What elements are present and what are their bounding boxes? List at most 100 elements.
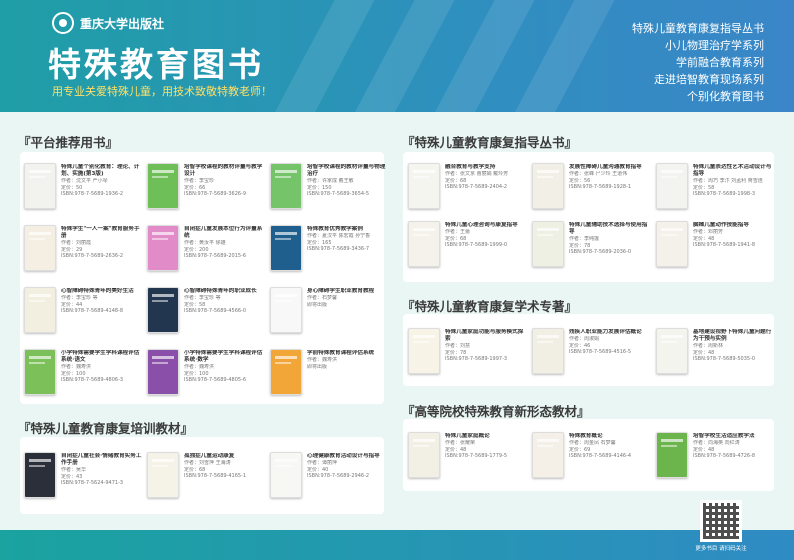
book-cover [532, 221, 564, 267]
book-item[interactable]: 小学特殊需要学生学科课程评估系统·数学 作者：魏寿洪 定价：100 ISBN:978-… [147, 349, 265, 405]
book-detail: 定价：44 [61, 301, 83, 308]
book-detail: 定价：100 [184, 370, 209, 377]
book-detail: 定价：48 [693, 446, 715, 453]
book-item[interactable]: 融合教育与教学支持 作者：张文京 曹丽娟 戴玲芳 定价：68 ISBN:978-7-5… [408, 163, 526, 219]
book-cover [408, 432, 440, 478]
book-item[interactable]: 特殊儿童心理咨询与康复指导 作者：王蕾 定价：68 ISBN:978-7-5689-1… [408, 221, 526, 277]
book-item[interactable]: 特殊儿童表达性艺术活动设计与指导 作者：周巧 李汴 刘孟利 蒋雪连 定价：58 ISB… [656, 163, 774, 219]
book-title: 融合教育与教学支持 [445, 164, 496, 170]
book-info: 培智学校生活适应教学法 作者：向海英 向红涛 定价：48 ISBN:978-7-568… [693, 433, 775, 460]
book-cover [147, 349, 179, 395]
book-detail: ISBN:978-7-5689-3436-7 [307, 246, 370, 253]
book-item[interactable]: 培智学校课程的教材评量与教学设计 作者：李宝珍 定价：66 ISBN:978-7-56… [147, 163, 265, 219]
book-detail: ISBN:978-7-5689-3654-5 [307, 191, 370, 198]
book-item[interactable]: 学前特殊教育课程评估系统 作者：魏寿洪 即将出版 [270, 349, 388, 405]
book-detail: ISBN:978-7-5689-1999-0 [445, 242, 508, 249]
book-detail: ISBN:978-7-5689-2036-0 [569, 249, 632, 256]
book-info: 培智学校课程的教材评量与教学设计 作者：李宝珍 定价：66 ISBN:978-7-56… [184, 164, 266, 198]
book-detail: 定价：66 [184, 184, 206, 191]
book-detail: 定价：100 [61, 370, 86, 377]
book-detail: 定价：69 [569, 446, 591, 453]
book-title: 特殊儿童个别化教育：理论、计划、实施(第3版) [61, 164, 140, 177]
book-detail: 即将出版 [307, 363, 328, 370]
book-info: 心智障碍特殊青年的美好生活 作者：李宝珍 等定价：44 ISBN:978-7-568… [61, 288, 143, 315]
book-info: 残疾人职业能力发展评估概论 作者：周淑娟 定价：46 ISBN:978-7-5689-… [569, 329, 651, 356]
book-title: 残疾人职业能力发展评估概论 [569, 329, 642, 335]
page-title: 特殊教育图书 [48, 45, 264, 84]
book-detail: 作者：刘慧 [445, 343, 471, 349]
book-cover [270, 452, 302, 498]
book-cover [408, 163, 440, 209]
book-detail: 定价：58 [184, 301, 206, 308]
book-detail: ISBN:978-7-5689-4566-0 [184, 308, 247, 315]
book-item[interactable]: 特殊教育优秀教学案例 作者：夏汉平 陈宏霞 孙宁香 定价：165 ISBN:978-7… [270, 225, 388, 281]
book-title: 培智学校生活适应教学法 [693, 433, 755, 439]
header-banner: 重庆大学出版社 特殊教育图书 用专业关爱特殊儿童，用技术致敬特教老师！ 特殊儿童… [0, 0, 794, 112]
book-title: 孤独症儿童运动康复 [184, 453, 235, 459]
book-detail: ISBN:978-7-5689-4516-5 [569, 349, 632, 356]
book-cover [656, 328, 688, 374]
book-item[interactable]: 孤独症儿童运动康复 作者：刘雪萍 王海涛 定价：68 ISBN:978-7-5689-… [147, 452, 265, 508]
book-cover [532, 432, 564, 478]
book-item[interactable]: 小学特殊需要学生学科课程评估系统·语文 作者：魏寿洪 定价：100 ISBN:978-… [24, 349, 142, 405]
book-detail: ISBN:978-7-5689-4806-3 [61, 377, 124, 384]
book-detail: 作者：周巧 李汴 刘孟利 蒋雪连 [693, 178, 763, 184]
book-detail: ISBN:978-7-5689-1928-1 [569, 184, 632, 191]
book-detail: 即将出版 [307, 301, 328, 308]
book-cover [24, 349, 56, 395]
book-title: 自闭症儿童发展本位行为评量系统 [184, 226, 263, 239]
book-cover [24, 287, 56, 333]
book-item[interactable]: 特殊儿童家庭概论 作者：张耀荣 定价：48 ISBN:978-7-5689-1779-… [408, 432, 526, 488]
book-detail: 作者：张文京 曹丽娟 戴玲芳 [445, 171, 509, 177]
book-item[interactable]: 特殊儿童个别化教育：理论、计划、实施(第3版) 作者：沈文平 严小琴 定价：50 IS… [24, 163, 142, 219]
book-info: 培智学校课程的教材评量与物理治疗 作者：许家成 戴王敏 定价：150 ISBN:978… [307, 164, 389, 198]
book-item[interactable]: 基地建设视野下特殊儿童问题行为干预与实例 作者：周新林 定价：48 ISBN:978-… [656, 328, 774, 384]
book-info: 基地建设视野下特殊儿童问题行为干预与实例 作者：周新林 定价：48 ISBN:978-… [693, 329, 775, 363]
book-item[interactable]: 残疾人职业能力发展评估概论 作者：周淑娟 定价：46 ISBN:978-7-5689-… [532, 328, 650, 384]
book-info: 脑瘫儿童动作技能指导 作者：邓丽芳 定价：48 ISBN:978-7-5689-194… [693, 222, 775, 249]
book-item[interactable]: 特殊教育概论 作者：周金凤 石梦馨 定价：69 ISBN:978-7-5689-414… [532, 432, 650, 488]
book-item[interactable]: 发展性障碍儿童沟通教育指导 作者：张峰 尸少玲 王道伟 定价：56 ISBN:978-… [532, 163, 650, 219]
book-detail: 作者：李宝珍 [184, 178, 215, 184]
book-item[interactable]: 自闭症儿童发展本位行为评量系统 作者：黄汝平 徐雄 定价：200 ISBN:978-7… [147, 225, 265, 281]
book-detail: 定价：78 [445, 349, 467, 356]
book-detail: ISBN:978-7-5689-1779-5 [445, 453, 508, 460]
book-detail: 作者：黄汝平 徐雄 [184, 240, 226, 246]
book-item[interactable]: 身心障碍学生职业教育教程 作者：石梦馨 即将出版 [270, 287, 388, 343]
book-info: 特殊儿童辅助技术选择与使用指导 作者：李纯莲 定价：78 ISBN:978-7-568… [569, 222, 651, 256]
book-info: 发展性障碍儿童沟通教育指导 作者：张峰 尸少玲 王道伟 定价：56 ISBN:978-… [569, 164, 651, 191]
book-item[interactable]: 心理健康教育活动设计与指导 作者：谭丽萍 定价：40 ISBN:978-7-5689-… [270, 452, 388, 508]
book-detail: 作者：王蕾 [445, 229, 471, 235]
slogan: 用专业关爱特殊儿童，用技术致敬特教老师！ [52, 85, 272, 98]
book-title: 特殊教育概论 [569, 433, 603, 439]
book-item[interactable]: 脑瘫儿童动作技能指导 作者：邓丽芳 定价：48 ISBN:978-7-5689-194… [656, 221, 774, 277]
qr-code-icon[interactable] [700, 500, 742, 542]
book-detail: 定价：48 [693, 235, 715, 242]
book-cover [656, 163, 688, 209]
book-detail: ISBN:978-7-5689-2015-6 [184, 253, 247, 260]
book-item[interactable]: 心智障碍特殊青年的职业成长 作者：李宝珍 等定价：58 ISBN:978-7-568… [147, 287, 265, 343]
book-info: 小学特殊需要学生学科课程评估系统·数学 作者：魏寿洪 定价：100 ISBN:978-… [184, 350, 266, 384]
book-detail: 定价：78 [569, 242, 591, 249]
book-title: 特殊教育优秀教学案例 [307, 226, 363, 232]
section-title: 『高等院校特殊教育新形态教材』 [402, 404, 590, 419]
book-detail: 作者：李纯莲 [569, 236, 600, 242]
book-item[interactable]: 特殊学生"一人一案"教育服务手册 作者：刘丽霞 定价：29 ISBN:978-7-56… [24, 225, 142, 281]
book-title: 特殊儿童表达性艺术活动设计与指导 [693, 164, 772, 177]
book-item[interactable]: 培智学校课程的教材评量与物理治疗 作者：许家成 戴王敏 定价：150 ISBN:978… [270, 163, 388, 219]
book-cover [24, 163, 56, 209]
book-detail: ISBN:978-7-5624-9471-3 [61, 480, 124, 487]
book-info: 融合教育与教学支持 作者：张文京 曹丽娟 戴玲芳 定价：68 ISBN:978-7-5… [445, 164, 527, 191]
book-info: 特殊儿童心理咨询与康复指导 作者：王蕾 定价：68 ISBN:978-7-5689-1… [445, 222, 527, 249]
book-item[interactable]: 培智学校生活适应教学法 作者：向海英 向红涛 定价：48 ISBN:978-7-568… [656, 432, 774, 488]
book-item[interactable]: 特殊儿童辅助技术选择与使用指导 作者：李纯莲 定价：78 ISBN:978-7-568… [532, 221, 650, 277]
book-item[interactable]: 自闭症儿童社会·情绪教育实务工作手册 作者：吴华 定价：43 ISBN:978-7-5… [24, 452, 142, 508]
book-title: 特殊儿童家庭功能与服务模式探索 [445, 329, 524, 342]
book-item[interactable]: 心智障碍特殊青年的美好生活 作者：李宝珍 等定价：44 ISBN:978-7-568… [24, 287, 142, 343]
book-detail: 定价：29 [61, 246, 83, 253]
book-detail: 定价：50 [61, 184, 83, 191]
book-detail: 定价：48 [445, 446, 467, 453]
book-cover [408, 221, 440, 267]
book-cover [532, 163, 564, 209]
book-item[interactable]: 特殊儿童家庭功能与服务模式探索 作者：刘慧 定价：78 ISBN:978-7-5689… [408, 328, 526, 384]
